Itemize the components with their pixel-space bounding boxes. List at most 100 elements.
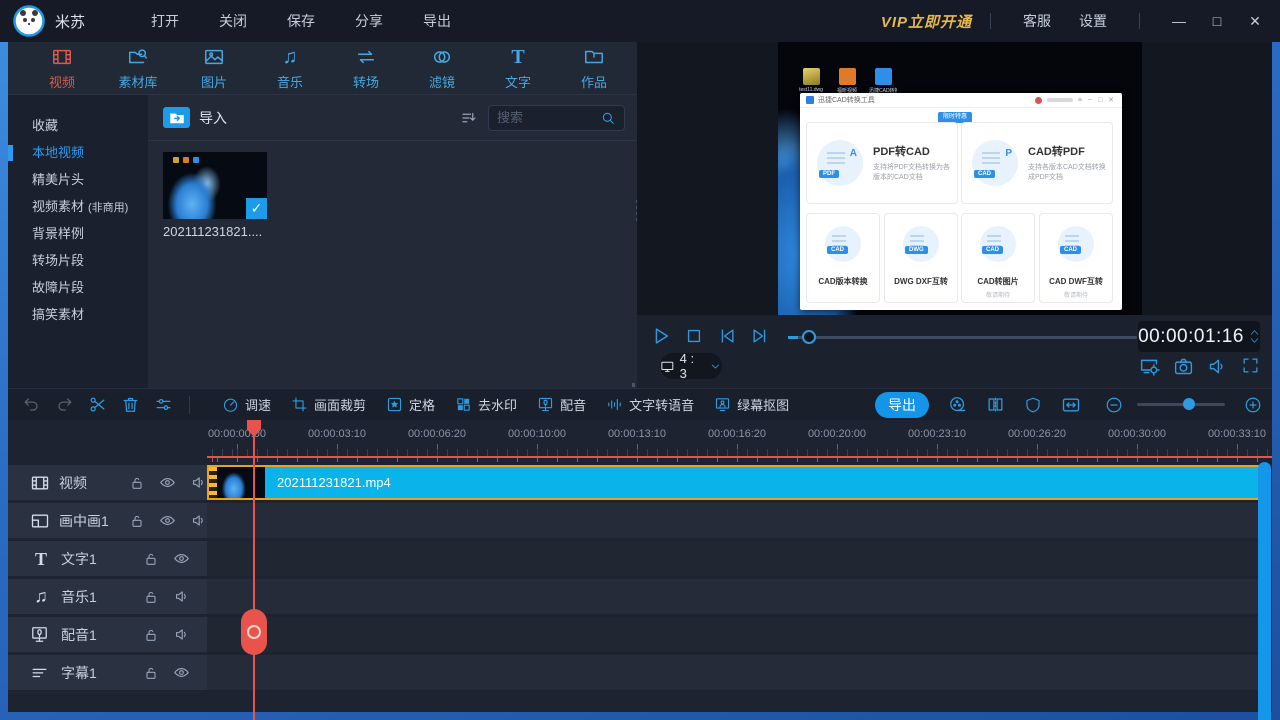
- sidebar-item-intros[interactable]: 精美片头: [8, 166, 148, 193]
- export-button[interactable]: 导出: [875, 391, 929, 418]
- video-preview: test11.dwg 福昕视频 迅捷CAD转换 迅捷CAD转换工具 ≡ − □ …: [778, 42, 1142, 315]
- skip-to-start-button[interactable]: [715, 324, 739, 348]
- search-box[interactable]: [488, 104, 625, 131]
- track-header-music: ♫ 音乐1: [8, 579, 207, 614]
- lock-icon[interactable]: [129, 475, 145, 491]
- tool-crop[interactable]: 画面裁剪: [291, 395, 366, 414]
- track-lane-text[interactable]: [207, 541, 1264, 576]
- close-button[interactable]: ✕: [1240, 7, 1270, 35]
- tab-music[interactable]: ♫ 音乐: [252, 45, 328, 91]
- tab-image[interactable]: 图片: [176, 45, 252, 91]
- sort-icon[interactable]: [460, 109, 478, 127]
- track-lane-pip[interactable]: [207, 503, 1264, 538]
- track-lane-music[interactable]: [207, 579, 1264, 614]
- tab-video[interactable]: 视频: [24, 45, 100, 91]
- cut-scissors-button[interactable]: [88, 395, 107, 414]
- tool-remove-watermark[interactable]: 去水印: [455, 395, 517, 414]
- tool-freeze-frame[interactable]: 定格: [386, 395, 435, 414]
- tab-material-library[interactable]: 素材库: [100, 45, 176, 91]
- timeline-zoom-slider[interactable]: [1137, 398, 1225, 410]
- lock-icon[interactable]: [129, 513, 145, 529]
- speaker-icon[interactable]: [190, 512, 207, 529]
- shield-icon[interactable]: [1024, 396, 1042, 414]
- support-button[interactable]: 客服: [1023, 11, 1051, 31]
- eye-icon[interactable]: [173, 664, 190, 681]
- vertical-scrollbar[interactable]: [1258, 462, 1271, 720]
- zoom-out-icon[interactable]: [1105, 396, 1123, 414]
- speaker-icon[interactable]: [173, 588, 190, 605]
- play-button[interactable]: [649, 324, 673, 348]
- split-view-icon[interactable]: [986, 395, 1005, 414]
- seek-handle[interactable]: [802, 330, 816, 344]
- properties-sliders-button[interactable]: [154, 395, 173, 414]
- eye-icon[interactable]: [173, 550, 190, 567]
- aspect-ratio-dropdown[interactable]: 4 : 3: [660, 351, 722, 381]
- tab-works[interactable]: 作品: [556, 45, 632, 91]
- tool-dubbing[interactable]: 配音: [537, 395, 586, 414]
- sidebar-item-transition-clips[interactable]: 转场片段: [8, 247, 148, 274]
- sidebar-item-favorites[interactable]: 收藏: [8, 112, 148, 139]
- tab-filter[interactable]: 滤镜: [404, 45, 480, 91]
- tool-green-screen[interactable]: 绿幕抠图: [714, 395, 789, 414]
- import-button[interactable]: [163, 107, 190, 128]
- search-icon[interactable]: [600, 110, 616, 126]
- media-library-panel: 导入 ✓ 202111231821....: [148, 95, 637, 388]
- track-row-pip: 画中画1: [8, 503, 1272, 538]
- menu-export[interactable]: 导出: [423, 11, 451, 31]
- eye-icon[interactable]: [159, 474, 176, 491]
- menu-close[interactable]: 关闭: [219, 11, 247, 31]
- fit-timeline-icon[interactable]: [1061, 395, 1081, 415]
- menu-save[interactable]: 保存: [287, 11, 315, 31]
- lock-icon[interactable]: [143, 627, 159, 643]
- minimize-button[interactable]: —: [1164, 7, 1194, 35]
- maximize-button[interactable]: □: [1202, 7, 1232, 35]
- timecode-display[interactable]: 00:00:01:16: [1138, 321, 1260, 352]
- lock-icon[interactable]: [143, 665, 159, 681]
- sidebar-item-video-material[interactable]: 视频素材 (非商用): [8, 193, 148, 220]
- playhead-line[interactable]: [253, 420, 255, 720]
- redo-button[interactable]: [55, 395, 74, 414]
- music-note-icon: ♫: [282, 45, 298, 68]
- tab-text[interactable]: T 文字: [480, 45, 556, 91]
- tool-text-to-speech[interactable]: 文字转语音: [606, 395, 694, 414]
- stop-button[interactable]: [682, 324, 706, 348]
- selected-check-badge[interactable]: ✓: [246, 198, 267, 219]
- media-item-thumbnail[interactable]: ✓: [163, 152, 267, 219]
- timeline-clip[interactable]: 202111231821.mp4: [207, 465, 1264, 500]
- zoom-slider-handle[interactable]: [1183, 398, 1195, 410]
- zoom-in-icon[interactable]: [1244, 396, 1262, 414]
- preview-settings-icon[interactable]: [1139, 356, 1160, 377]
- menu-share[interactable]: 分享: [355, 11, 383, 31]
- snapshot-camera-icon[interactable]: [1173, 356, 1194, 377]
- sidebar-item-glitch-clips[interactable]: 故障片段: [8, 274, 148, 301]
- delete-trash-button[interactable]: [121, 395, 140, 414]
- video-app-window-controls: ≡ − □ ✕: [1077, 97, 1116, 104]
- sidebar-item-backgrounds[interactable]: 背景样例: [8, 220, 148, 247]
- undo-button[interactable]: [22, 395, 41, 414]
- lock-icon[interactable]: [143, 589, 159, 605]
- sidebar-item-local-video[interactable]: 本地视频: [8, 139, 148, 166]
- eye-icon[interactable]: [159, 512, 176, 529]
- menu-open[interactable]: 打开: [151, 11, 179, 31]
- video-card-pdf2cad: A PDF PDF转CAD 支持将PDF文档转换为各 版本的CAD文档: [806, 122, 958, 204]
- lock-icon[interactable]: [143, 551, 159, 567]
- playhead-handle[interactable]: [241, 609, 267, 655]
- skip-to-end-button[interactable]: [748, 324, 772, 348]
- seek-bar[interactable]: [788, 330, 1137, 344]
- timecode-down-icon[interactable]: [1249, 337, 1260, 345]
- search-input[interactable]: [497, 110, 600, 125]
- fullscreen-icon[interactable]: [1241, 356, 1260, 377]
- settings-button[interactable]: 设置: [1079, 11, 1107, 31]
- timecode-up-icon[interactable]: [1249, 328, 1260, 336]
- volume-icon[interactable]: [1207, 356, 1228, 377]
- sidebar-item-funny-material[interactable]: 搞笑素材: [8, 301, 148, 328]
- speaker-icon[interactable]: [173, 626, 190, 643]
- timeline-ruler[interactable]: 00:00:00:00 00:00:03:10 00:00:06:20 00:0…: [207, 420, 1272, 462]
- speaker-icon[interactable]: [190, 474, 207, 491]
- track-lane-subtitle[interactable]: [207, 655, 1264, 690]
- vip-upgrade-button[interactable]: VIP立即开通: [881, 11, 972, 32]
- track-lane-dubbing[interactable]: [207, 617, 1264, 652]
- tab-transition[interactable]: 转场: [328, 45, 404, 91]
- tool-speed[interactable]: 调速: [222, 395, 271, 414]
- sticker-reel-icon[interactable]: [948, 395, 967, 414]
